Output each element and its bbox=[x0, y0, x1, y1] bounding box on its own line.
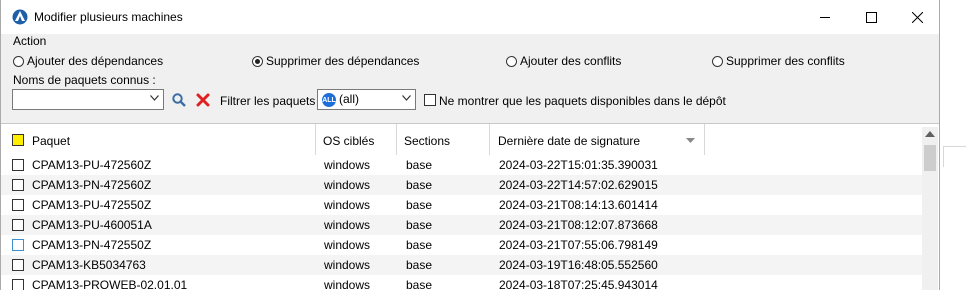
table-row[interactable]: CPAM13-PU-460051A windows base 2024-03-2… bbox=[1, 215, 922, 235]
maximize-button[interactable] bbox=[848, 0, 894, 34]
minimize-icon bbox=[819, 16, 830, 18]
radio-indicator bbox=[13, 55, 24, 67]
column-header-label: Sections bbox=[404, 134, 451, 148]
package-os: windows bbox=[324, 218, 371, 232]
table-row[interactable]: CPAM13-PU-472550Z windows base 2024-03-2… bbox=[1, 195, 922, 215]
package-signature-date: 2024-03-22T15:01:35.390031 bbox=[499, 158, 658, 172]
scrollbar-thumb[interactable] bbox=[924, 145, 936, 171]
package-name: CPAM13-PU-460051A bbox=[32, 218, 152, 232]
column-header-os[interactable]: OS ciblés bbox=[316, 124, 397, 155]
column-header-label: OS ciblés bbox=[323, 134, 375, 148]
only-available-label: Ne montrer que les paquets disponibles d… bbox=[439, 94, 726, 108]
radio-indicator bbox=[506, 55, 517, 67]
maximize-icon bbox=[865, 11, 877, 23]
package-name: CPAM13-PU-472550Z bbox=[32, 198, 152, 212]
row-checkbox[interactable] bbox=[12, 199, 24, 211]
sort-descending-icon bbox=[686, 138, 695, 143]
close-button[interactable] bbox=[894, 0, 939, 34]
package-signature-date: 2024-03-21T07:55:06.798149 bbox=[499, 238, 658, 252]
known-packages-label: Noms de paquets connus : bbox=[13, 73, 156, 87]
package-signature-date: 2024-03-22T14:57:02.629015 bbox=[499, 178, 658, 192]
package-name: CPAM13-PROWEB-02.01.01 bbox=[32, 278, 188, 290]
table-row[interactable]: CPAM13-PROWEB-02.01.01 windows base 2024… bbox=[1, 275, 922, 290]
package-section: base bbox=[406, 178, 433, 192]
radio-label: Supprimer des conflits bbox=[726, 54, 845, 68]
package-name: CPAM13-PN-472560Z bbox=[32, 178, 152, 192]
radio-add-dependencies[interactable]: Ajouter des dépendances bbox=[13, 54, 163, 68]
known-packages-combo[interactable] bbox=[12, 89, 164, 110]
radio-indicator bbox=[712, 55, 723, 67]
filter-packages-value: (all) bbox=[339, 92, 359, 106]
vertical-scrollbar[interactable] bbox=[922, 127, 938, 290]
only-available-checkbox[interactable] bbox=[424, 94, 436, 106]
filter-packages-label: Filtrer les paquets bbox=[220, 94, 316, 108]
package-signature-date: 2024-03-18T07:25:45.943014 bbox=[499, 278, 658, 290]
clear-icon[interactable] bbox=[195, 92, 211, 108]
row-checkbox[interactable] bbox=[12, 239, 24, 251]
window-title: Modifier plusieurs machines bbox=[34, 10, 183, 24]
column-header-sections[interactable]: Sections bbox=[397, 124, 490, 155]
table-row[interactable]: CPAM13-PN-472560Z windows base 2024-03-2… bbox=[1, 175, 922, 195]
packages-table: Paquet OS ciblés Sections Dernière date … bbox=[1, 123, 939, 290]
package-section: base bbox=[406, 218, 433, 232]
row-checkbox[interactable] bbox=[12, 279, 24, 290]
package-signature-date: 2024-03-21T08:12:07.873668 bbox=[499, 218, 658, 232]
chevron-down-icon bbox=[150, 95, 159, 101]
package-section: base bbox=[406, 258, 433, 272]
row-checkbox[interactable] bbox=[12, 179, 24, 191]
title-bar[interactable]: Modifier plusieurs machines bbox=[1, 0, 939, 34]
row-checkbox[interactable] bbox=[12, 219, 24, 231]
column-header-paquet[interactable]: Paquet bbox=[1, 124, 316, 155]
background-window-edge bbox=[943, 146, 966, 167]
search-icon[interactable] bbox=[171, 92, 187, 108]
package-name: CPAM13-PN-472550Z bbox=[32, 238, 152, 252]
radio-label: Ajouter des dépendances bbox=[27, 54, 164, 68]
row-checkbox[interactable] bbox=[12, 259, 24, 271]
radio-label: Supprimer des dépendances bbox=[266, 54, 420, 68]
modify-machines-window: Modifier plusieurs machines Action Ajout… bbox=[0, 0, 940, 290]
package-os: windows bbox=[324, 158, 371, 172]
package-signature-date: 2024-03-19T16:48:05.552560 bbox=[499, 258, 658, 272]
filter-packages-combo[interactable]: ALL (all) bbox=[317, 89, 416, 110]
action-group-label: Action bbox=[13, 34, 47, 48]
column-header-label: Dernière date de signature bbox=[498, 134, 641, 148]
package-os: windows bbox=[324, 198, 371, 212]
radio-remove-dependencies[interactable]: Supprimer des dépendances bbox=[252, 54, 419, 68]
chevron-down-icon bbox=[402, 95, 411, 101]
minimize-button[interactable] bbox=[802, 0, 848, 34]
package-os: windows bbox=[324, 278, 371, 290]
close-icon bbox=[911, 11, 923, 23]
column-header-signature-date[interactable]: Dernière date de signature bbox=[490, 124, 705, 155]
package-section: base bbox=[406, 158, 433, 172]
table-row[interactable]: CPAM13-PN-472550Z windows base 2024-03-2… bbox=[1, 235, 922, 255]
app-logo-icon bbox=[12, 9, 28, 25]
radio-indicator-selected bbox=[252, 55, 263, 67]
radio-add-conflicts[interactable]: Ajouter des conflits bbox=[506, 54, 621, 68]
package-name: CPAM13-PU-472560Z bbox=[32, 158, 152, 172]
table-row[interactable]: CPAM13-PU-472560Z windows base 2024-03-2… bbox=[1, 155, 922, 175]
package-os: windows bbox=[324, 258, 371, 272]
package-os: windows bbox=[324, 178, 371, 192]
package-os: windows bbox=[324, 238, 371, 252]
radio-remove-conflicts[interactable]: Supprimer des conflits bbox=[712, 54, 845, 68]
scroll-up-icon[interactable] bbox=[925, 131, 935, 137]
table-row[interactable]: CPAM13-KB5034763 windows base 2024-03-19… bbox=[1, 255, 922, 275]
package-name: CPAM13-KB5034763 bbox=[32, 258, 146, 272]
package-section: base bbox=[406, 278, 433, 290]
radio-label: Ajouter des conflits bbox=[520, 54, 622, 68]
all-badge-icon: ALL bbox=[322, 93, 336, 107]
column-header-label: Paquet bbox=[32, 134, 71, 148]
row-checkbox[interactable] bbox=[12, 159, 24, 171]
select-all-checkbox[interactable] bbox=[12, 134, 24, 146]
package-section: base bbox=[406, 198, 433, 212]
package-section: base bbox=[406, 238, 433, 252]
package-signature-date: 2024-03-21T08:14:13.601414 bbox=[499, 198, 658, 212]
